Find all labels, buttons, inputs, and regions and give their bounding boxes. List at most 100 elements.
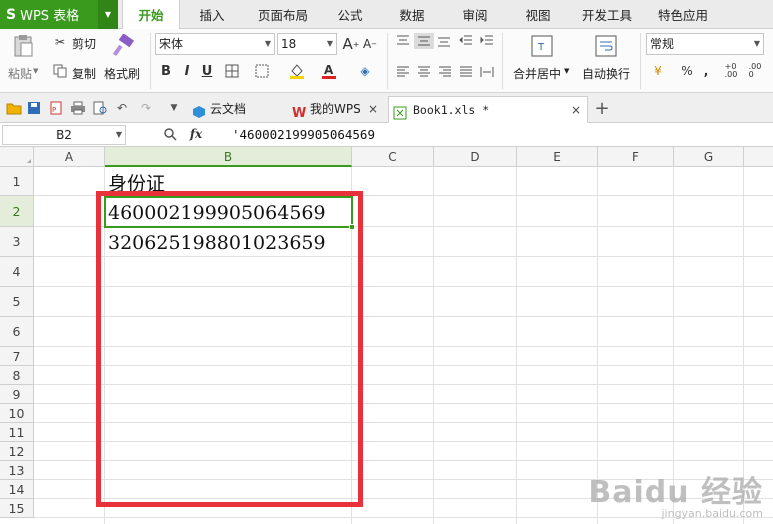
increase-indent-icon[interactable] (479, 34, 495, 48)
print-preview-icon[interactable] (92, 100, 108, 116)
undo-icon[interactable]: ↶ (114, 100, 130, 116)
number-format-select[interactable]: 常规 ▼ (646, 33, 764, 55)
increase-font-icon[interactable]: A + (342, 35, 360, 53)
column-header-g[interactable]: G (674, 147, 744, 167)
currency-icon[interactable]: ¥ (648, 62, 668, 80)
tab-view[interactable]: 视图 (518, 0, 558, 29)
chevron-down-icon: ▼ (115, 130, 122, 139)
clear-format-icon[interactable]: ◈ (354, 63, 376, 79)
copy-button[interactable]: 复制 (72, 65, 96, 82)
svg-text:W: W (292, 106, 306, 119)
bold-button[interactable]: B (158, 63, 174, 79)
merge-center-icon[interactable]: T (530, 34, 554, 58)
align-top-icon[interactable] (395, 34, 411, 48)
row-header-11[interactable]: 11 (0, 423, 34, 442)
print-icon[interactable] (70, 100, 86, 116)
row-header-5[interactable]: 5 (0, 287, 34, 317)
close-icon[interactable]: × (571, 97, 581, 123)
wrap-text-button[interactable]: 自动换行 (582, 65, 630, 82)
tab-special[interactable]: 特色应用 (654, 0, 712, 29)
align-right-icon[interactable] (437, 65, 453, 79)
export-pdf-icon[interactable]: P (48, 100, 64, 116)
tab-page-layout[interactable]: 页面布局 (252, 0, 314, 29)
column-header-c[interactable]: C (352, 147, 434, 167)
row-header-4[interactable]: 4 (0, 257, 34, 287)
column-header-b[interactable]: B (105, 147, 352, 167)
merge-center-button[interactable]: 合并居中 (513, 65, 561, 82)
doc-tab-my-wps[interactable]: W 我的WPS × (288, 96, 384, 123)
chevron-down-icon[interactable]: ▼ (166, 100, 182, 116)
percent-button[interactable]: % (680, 63, 694, 79)
justify-icon[interactable] (458, 65, 474, 79)
align-middle-icon[interactable] (414, 33, 434, 49)
row-header-3[interactable]: 3 (0, 227, 34, 257)
format-painter-icon[interactable] (110, 33, 136, 59)
row-header-6[interactable]: 6 (0, 317, 34, 347)
decrease-indent-icon[interactable] (458, 34, 474, 48)
paste-label[interactable]: 粘贴 (8, 65, 32, 82)
align-left-icon[interactable] (395, 65, 411, 79)
tab-developer[interactable]: 开发工具 (578, 0, 636, 29)
font-color-icon[interactable]: A (318, 61, 340, 81)
folder-icon[interactable] (6, 100, 22, 116)
tab-insert[interactable]: 插入 (190, 0, 234, 29)
row-header-13[interactable]: 13 (0, 461, 34, 480)
name-box[interactable]: B2 ▼ (2, 125, 126, 145)
redo-icon[interactable]: ↷ (138, 100, 154, 116)
fill-color-icon[interactable] (286, 61, 308, 81)
insert-function-button[interactable]: fx (187, 126, 205, 142)
copy-icon[interactable] (52, 63, 68, 79)
font-name-select[interactable]: 宋体 ▼ (155, 33, 275, 55)
app-menu-button[interactable]: S WPS 表格 ▼ (0, 0, 118, 29)
fill-pattern-icon[interactable] (252, 63, 272, 79)
borders-icon[interactable] (222, 63, 242, 79)
chevron-down-icon[interactable]: ▼ (98, 0, 118, 29)
formula-input[interactable]: '460002199905064569 (232, 127, 375, 142)
decrease-decimal-icon[interactable]: .00 0 (746, 61, 764, 81)
select-all-corner[interactable] (0, 147, 34, 167)
column-header-e[interactable]: E (517, 147, 598, 167)
row-header-8[interactable]: 8 (0, 366, 34, 385)
zoom-function-icon[interactable] (162, 126, 178, 142)
row-header-2[interactable]: 2 (0, 196, 34, 227)
save-icon[interactable] (26, 100, 42, 116)
column-header-h[interactable] (744, 147, 773, 167)
underline-button[interactable]: U (199, 63, 215, 79)
row-header-7[interactable]: 7 (0, 347, 34, 366)
font-size-select[interactable]: 18 ▼ (277, 33, 337, 55)
chevron-down-icon[interactable]: ▼ (564, 67, 569, 75)
paste-icon[interactable] (10, 33, 36, 59)
chevron-down-icon: ▼ (264, 39, 271, 48)
row-header-9[interactable]: 9 (0, 385, 34, 404)
row-header-1[interactable]: 1 (0, 167, 34, 196)
increase-decimal-icon[interactable]: +0.00 (722, 61, 740, 81)
row-header-15[interactable]: 15 (0, 499, 34, 518)
scissors-icon[interactable]: ✂ (52, 34, 68, 50)
italic-button[interactable]: I (179, 63, 195, 79)
decrease-font-icon[interactable]: A − (362, 36, 378, 52)
column-header-f[interactable]: F (598, 147, 674, 167)
row-header-14[interactable]: 14 (0, 480, 34, 499)
column-header-d[interactable]: D (434, 147, 517, 167)
close-icon[interactable]: × (368, 96, 378, 122)
column-header-a[interactable]: A (34, 147, 105, 167)
chevron-down-icon: ▼ (753, 39, 760, 48)
tab-home[interactable]: 开始 (122, 0, 180, 30)
formula-bar: B2 ▼ fx '460002199905064569 (0, 123, 773, 147)
align-bottom-icon[interactable] (436, 34, 452, 48)
doc-tab-book1[interactable]: Book1.xls * × (388, 96, 588, 123)
row-header-12[interactable]: 12 (0, 442, 34, 461)
paste-dropdown-icon[interactable]: ▼ (33, 67, 38, 75)
spreadsheet-grid[interactable]: A B C D E F G 1 2 3 4 5 6 7 8 9 10 11 12… (0, 147, 773, 524)
tab-review[interactable]: 审阅 (454, 0, 496, 29)
distributed-align-icon[interactable] (479, 65, 495, 79)
comma-icon[interactable]: , (700, 63, 712, 79)
cut-button[interactable]: 剪切 (72, 35, 96, 52)
tab-data[interactable]: 数据 (392, 0, 432, 29)
row-header-10[interactable]: 10 (0, 404, 34, 423)
align-center-icon[interactable] (416, 65, 432, 79)
tab-formulas[interactable]: 公式 (330, 0, 370, 29)
format-painter-button[interactable]: 格式刷 (104, 65, 140, 82)
wrap-text-icon[interactable] (594, 34, 618, 58)
new-tab-icon[interactable]: + (594, 98, 610, 119)
